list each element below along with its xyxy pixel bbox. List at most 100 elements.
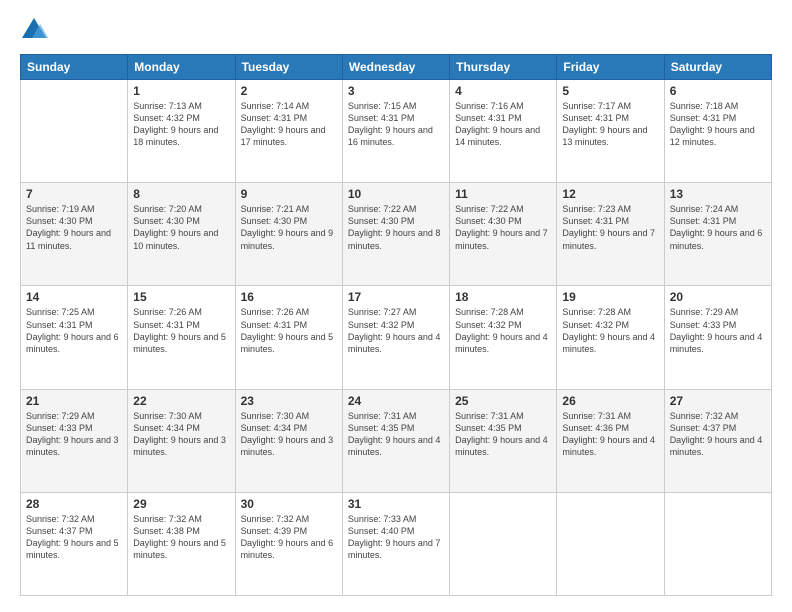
calendar-cell: 6Sunrise: 7:18 AM Sunset: 4:31 PM Daylig… [664,80,771,183]
day-number: 31 [348,497,444,511]
day-number: 22 [133,394,229,408]
day-info: Sunrise: 7:15 AM Sunset: 4:31 PM Dayligh… [348,100,444,149]
calendar-cell: 31 Sunrise: 7:33 AM Sunset: 4:40 PM Dayli… [342,492,449,595]
day-number: 5 [562,84,658,98]
week-row-3: 21 Sunrise: 7:29 AM Sunset: 4:33 PM Dayli… [21,389,772,492]
weekday-header-sunday: Sunday [21,55,128,80]
calendar-cell: 2 Sunrise: 7:14 AM Sunset: 4:31 PM Daylig… [235,80,342,183]
calendar-cell: 7 Sunrise: 7:19 AM Sunset: 4:30 PM Daylig… [21,183,128,286]
day-number: 21 [26,394,122,408]
calendar-cell: 4 Sunrise: 7:16 AM Sunset: 4:31 PM Daylig… [450,80,557,183]
calendar-cell: 14 Sunrise: 7:25 AM Sunset: 4:31 PM Dayli… [21,286,128,389]
day-info: Sunrise: 7:27 AM Sunset: 4:32 PM Dayligh… [348,306,444,355]
logo-icon [20,16,48,44]
calendar-cell: 15 Sunrise: 7:26 AM Sunset: 4:31 PM Dayli… [128,286,235,389]
calendar-cell: 20Sunrise: 7:29 AM Sunset: 4:33 PM Dayli… [664,286,771,389]
day-number: 6 [670,84,766,98]
week-row-2: 14 Sunrise: 7:25 AM Sunset: 4:31 PM Dayli… [21,286,772,389]
day-number: 14 [26,290,122,304]
weekday-header-saturday: Saturday [664,55,771,80]
day-info: Sunrise: 7:29 AM Sunset: 4:33 PM Dayligh… [26,410,122,459]
day-info: Sunrise: 7:17 AM Sunset: 4:31 PM Dayligh… [562,100,658,149]
header [20,16,772,44]
weekday-header-thursday: Thursday [450,55,557,80]
day-info: Sunrise: 7:22 AM Sunset: 4:30 PM Dayligh… [455,203,551,252]
day-number: 16 [241,290,337,304]
calendar-cell: 5 Sunrise: 7:17 AM Sunset: 4:31 PM Daylig… [557,80,664,183]
day-number: 2 [241,84,337,98]
day-info: Sunrise: 7:32 AM Sunset: 4:38 PM Dayligh… [133,513,229,562]
calendar-cell [557,492,664,595]
day-info: Sunrise: 7:25 AM Sunset: 4:31 PM Dayligh… [26,306,122,355]
day-number: 13 [670,187,766,201]
calendar-cell: 16Sunrise: 7:26 AM Sunset: 4:31 PM Dayli… [235,286,342,389]
day-info: Sunrise: 7:16 AM Sunset: 4:31 PM Dayligh… [455,100,551,149]
calendar-cell: 21 Sunrise: 7:29 AM Sunset: 4:33 PM Dayli… [21,389,128,492]
calendar-cell: 11 Sunrise: 7:22 AM Sunset: 4:30 PM Dayli… [450,183,557,286]
calendar-cell: 1 Sunrise: 7:13 AM Sunset: 4:32 PM Daylig… [128,80,235,183]
day-info: Sunrise: 7:33 AM Sunset: 4:40 PM Dayligh… [348,513,444,562]
day-number: 10 [348,187,444,201]
day-info: Sunrise: 7:28 AM Sunset: 4:32 PM Dayligh… [562,306,658,355]
calendar-cell: 26 Sunrise: 7:31 AM Sunset: 4:36 PM Dayli… [557,389,664,492]
weekday-header-monday: Monday [128,55,235,80]
day-number: 30 [241,497,337,511]
day-info: Sunrise: 7:28 AM Sunset: 4:32 PM Dayligh… [455,306,551,355]
calendar-cell: 25 Sunrise: 7:31 AM Sunset: 4:35 PM Dayli… [450,389,557,492]
calendar-cell [21,80,128,183]
calendar-cell: 24 Sunrise: 7:31 AM Sunset: 4:35 PM Dayli… [342,389,449,492]
day-number: 28 [26,497,122,511]
day-number: 7 [26,187,122,201]
calendar-cell [450,492,557,595]
day-number: 17 [348,290,444,304]
calendar-cell: 23 Sunrise: 7:30 AM Sunset: 4:34 PM Dayli… [235,389,342,492]
day-info: Sunrise: 7:22 AM Sunset: 4:30 PM Dayligh… [348,203,444,252]
week-row-4: 28 Sunrise: 7:32 AM Sunset: 4:37 PM Dayli… [21,492,772,595]
weekday-header-friday: Friday [557,55,664,80]
calendar-cell: 29Sunrise: 7:32 AM Sunset: 4:38 PM Dayli… [128,492,235,595]
day-number: 23 [241,394,337,408]
day-number: 3 [348,84,444,98]
day-info: Sunrise: 7:21 AM Sunset: 4:30 PM Dayligh… [241,203,337,252]
day-number: 24 [348,394,444,408]
day-number: 26 [562,394,658,408]
weekday-header-row: SundayMondayTuesdayWednesdayThursdayFrid… [21,55,772,80]
day-info: Sunrise: 7:31 AM Sunset: 4:35 PM Dayligh… [348,410,444,459]
logo [20,16,50,44]
day-number: 19 [562,290,658,304]
calendar-cell: 30 Sunrise: 7:32 AM Sunset: 4:39 PM Dayli… [235,492,342,595]
page: SundayMondayTuesdayWednesdayThursdayFrid… [0,0,792,612]
calendar-cell: 19 Sunrise: 7:28 AM Sunset: 4:32 PM Dayli… [557,286,664,389]
day-info: Sunrise: 7:23 AM Sunset: 4:31 PM Dayligh… [562,203,658,252]
calendar-cell: 12Sunrise: 7:23 AM Sunset: 4:31 PM Dayli… [557,183,664,286]
calendar-cell: 28 Sunrise: 7:32 AM Sunset: 4:37 PM Dayli… [21,492,128,595]
day-info: Sunrise: 7:31 AM Sunset: 4:35 PM Dayligh… [455,410,551,459]
day-info: Sunrise: 7:32 AM Sunset: 4:37 PM Dayligh… [26,513,122,562]
calendar-cell: 17 Sunrise: 7:27 AM Sunset: 4:32 PM Dayli… [342,286,449,389]
calendar-table: SundayMondayTuesdayWednesdayThursdayFrid… [20,54,772,596]
day-number: 1 [133,84,229,98]
calendar-cell [664,492,771,595]
day-info: Sunrise: 7:19 AM Sunset: 4:30 PM Dayligh… [26,203,122,252]
calendar-cell: 13 Sunrise: 7:24 AM Sunset: 4:31 PM Dayli… [664,183,771,286]
day-info: Sunrise: 7:29 AM Sunset: 4:33 PM Dayligh… [670,306,766,355]
day-info: Sunrise: 7:31 AM Sunset: 4:36 PM Dayligh… [562,410,658,459]
day-info: Sunrise: 7:30 AM Sunset: 4:34 PM Dayligh… [241,410,337,459]
day-info: Sunrise: 7:30 AM Sunset: 4:34 PM Dayligh… [133,410,229,459]
day-info: Sunrise: 7:20 AM Sunset: 4:30 PM Dayligh… [133,203,229,252]
day-number: 18 [455,290,551,304]
calendar-cell: 22 Sunrise: 7:30 AM Sunset: 4:34 PM Dayli… [128,389,235,492]
calendar-cell: 18 Sunrise: 7:28 AM Sunset: 4:32 PM Dayli… [450,286,557,389]
week-row-0: 1 Sunrise: 7:13 AM Sunset: 4:32 PM Daylig… [21,80,772,183]
day-number: 15 [133,290,229,304]
calendar-cell: 9Sunrise: 7:21 AM Sunset: 4:30 PM Daylig… [235,183,342,286]
day-info: Sunrise: 7:14 AM Sunset: 4:31 PM Dayligh… [241,100,337,149]
day-number: 4 [455,84,551,98]
day-number: 11 [455,187,551,201]
day-number: 25 [455,394,551,408]
day-info: Sunrise: 7:13 AM Sunset: 4:32 PM Dayligh… [133,100,229,149]
day-info: Sunrise: 7:24 AM Sunset: 4:31 PM Dayligh… [670,203,766,252]
day-info: Sunrise: 7:26 AM Sunset: 4:31 PM Dayligh… [133,306,229,355]
day-info: Sunrise: 7:32 AM Sunset: 4:39 PM Dayligh… [241,513,337,562]
calendar-cell: 27Sunrise: 7:32 AM Sunset: 4:37 PM Dayli… [664,389,771,492]
